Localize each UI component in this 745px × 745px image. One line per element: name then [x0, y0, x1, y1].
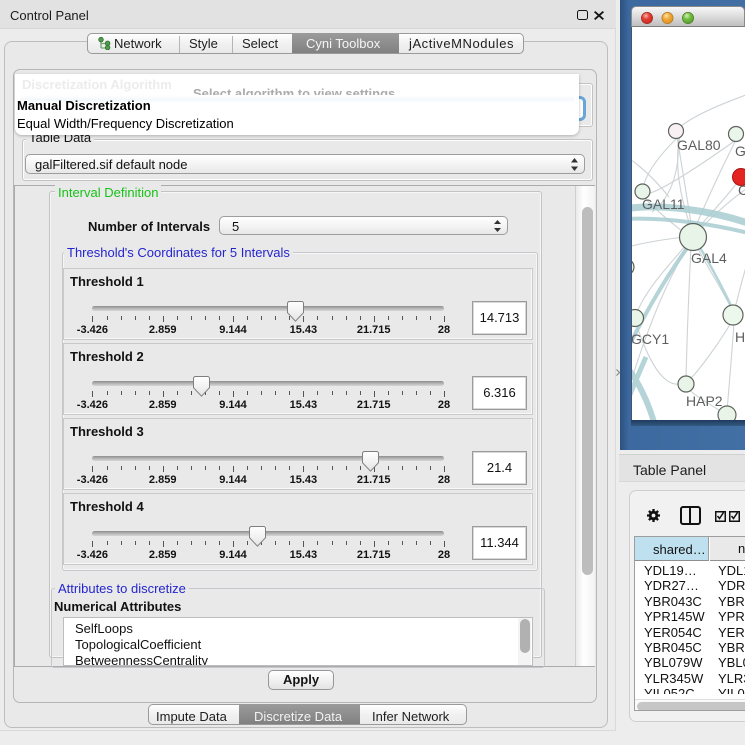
svg-text:GA: GA	[735, 143, 745, 159]
svg-text:C: C	[738, 182, 745, 198]
svg-text:GAL80: GAL80	[677, 137, 721, 153]
svg-text:GCY1: GCY1	[632, 331, 669, 347]
svg-text:GAL11: GAL11	[642, 196, 685, 212]
svg-text:HAP2: HAP2	[686, 393, 723, 409]
svg-text:H: H	[735, 329, 745, 345]
svg-text:GAL4: GAL4	[691, 250, 727, 266]
